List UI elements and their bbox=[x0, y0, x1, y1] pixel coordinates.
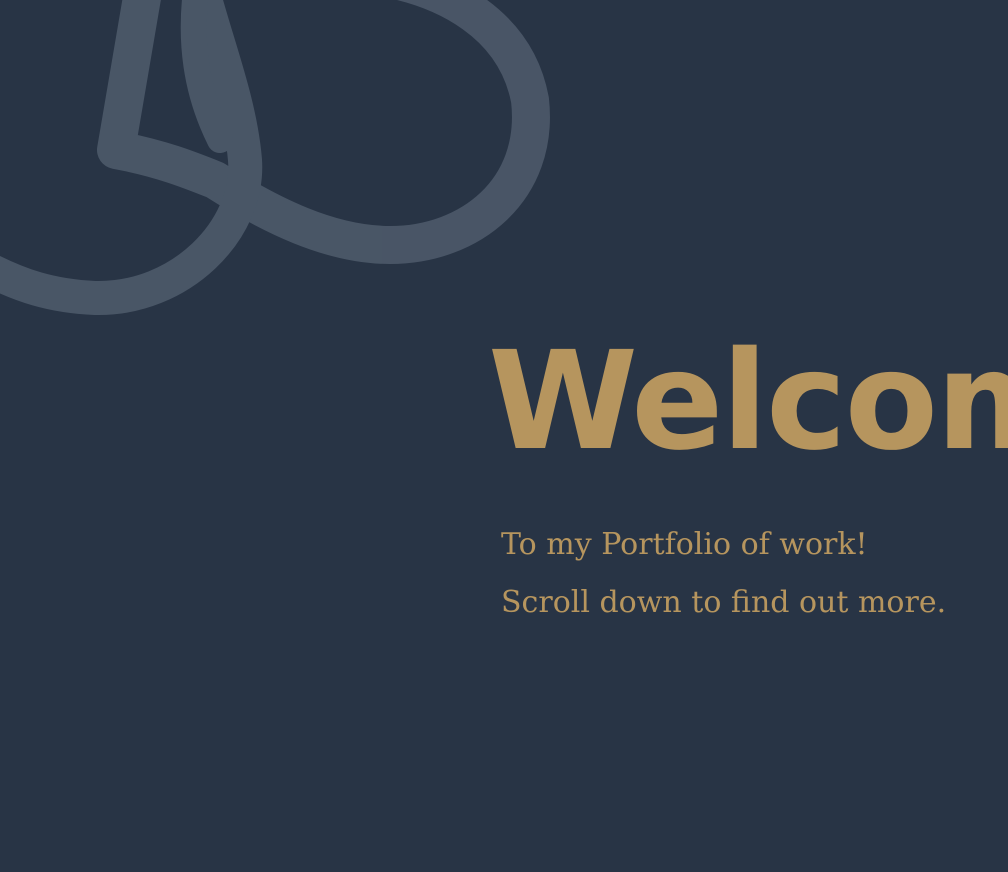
hero-title: Welcome bbox=[488, 323, 1008, 481]
hero-section: Welcome To my Portfolio of work! Scroll … bbox=[0, 0, 1008, 872]
hero-subtitle-portfolio: To my Portfolio of work! bbox=[501, 527, 868, 562]
hero-subtitle-scroll: Scroll down to find out more. bbox=[501, 585, 947, 620]
page: Welcome To my Portfolio of work! Scroll … bbox=[0, 0, 1008, 872]
